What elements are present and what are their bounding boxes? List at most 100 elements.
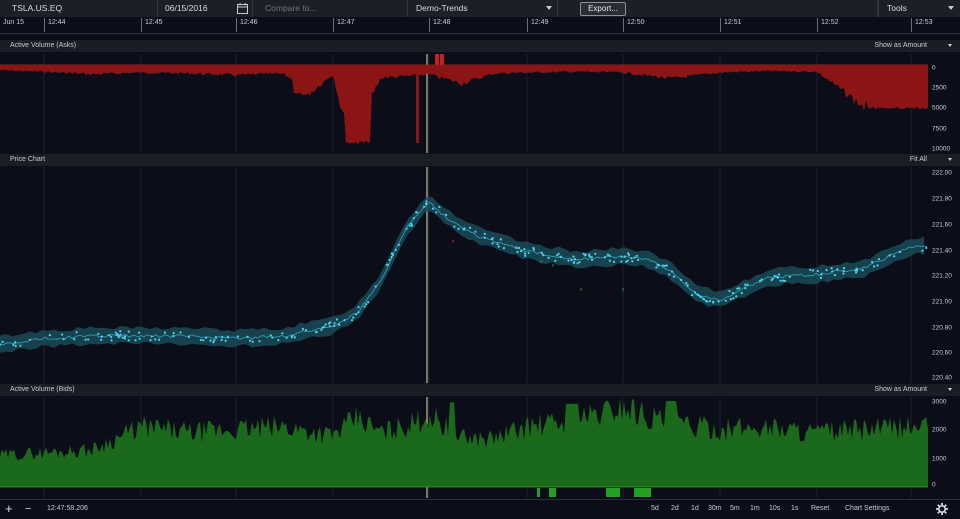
layout-select[interactable]: Demo-Trends xyxy=(408,0,558,17)
chevron-down-icon[interactable] xyxy=(948,44,952,47)
gear-icon[interactable] xyxy=(936,503,948,515)
trade-point xyxy=(631,260,634,263)
range-1s-button[interactable]: 1s xyxy=(791,500,798,518)
chevron-down-icon[interactable] xyxy=(948,388,952,391)
trade-point xyxy=(502,247,506,250)
export-button[interactable]: Export... xyxy=(580,2,626,16)
trade-point xyxy=(412,217,415,220)
trade-point xyxy=(686,284,689,287)
asks-display-select[interactable]: Show as Amount xyxy=(874,40,927,52)
compare-input[interactable]: Compare to... xyxy=(253,0,408,17)
range-5m-button[interactable]: 5m xyxy=(730,500,740,518)
trade-point xyxy=(172,331,175,335)
asks-volume-chart[interactable]: 0 2500 5000 7500 10000 xyxy=(0,54,960,153)
date-field[interactable]: 06/15/2016 xyxy=(158,0,253,17)
y-tick-label: 221.80 xyxy=(932,196,952,203)
y-tick-label: 2500 xyxy=(932,85,947,92)
trade-point xyxy=(524,254,527,257)
tools-menu[interactable]: Tools xyxy=(878,0,960,17)
trade-point xyxy=(590,258,594,261)
trade-point xyxy=(474,230,477,233)
bids-display-select[interactable]: Show as Amount xyxy=(874,384,927,396)
y-tick-label: 7500 xyxy=(932,126,947,133)
trade-point xyxy=(746,283,749,286)
trade-point xyxy=(62,338,65,341)
range-1d-button[interactable]: 1d xyxy=(691,500,699,518)
sell-marker: x xyxy=(452,239,455,245)
trade-point xyxy=(921,249,924,252)
trade-point xyxy=(335,318,338,321)
trade-point xyxy=(364,303,367,306)
zoom-in-button[interactable]: + xyxy=(5,500,13,518)
trade-point xyxy=(679,278,683,281)
trade-point xyxy=(855,271,858,274)
range-2d-button[interactable]: 2d xyxy=(671,500,679,518)
y-tick-label: 221.40 xyxy=(932,248,952,255)
trade-point xyxy=(154,338,157,341)
trade-point xyxy=(163,331,166,334)
y-tick-label: 5000 xyxy=(932,105,947,112)
trade-point xyxy=(694,291,697,294)
trade-point xyxy=(394,248,397,251)
trade-point xyxy=(731,291,735,295)
range-30m-button[interactable]: 30m xyxy=(708,500,722,518)
bids-volume-chart[interactable]: 3000 2000 1000 0 xyxy=(0,397,960,498)
chevron-down-icon xyxy=(546,6,552,10)
asks-panel-title: Active Volume (Asks) xyxy=(10,42,77,49)
trade-point xyxy=(425,200,428,203)
time-tick-label: 12:48 xyxy=(429,18,451,32)
trade-point xyxy=(547,256,550,259)
zoom-out-button[interactable]: − xyxy=(25,500,31,518)
trade-point xyxy=(483,232,486,235)
trade-point xyxy=(172,334,175,337)
trade-point xyxy=(523,248,526,251)
trade-point xyxy=(623,255,626,258)
trade-point xyxy=(320,328,323,331)
chart-settings-button[interactable]: Chart Settings xyxy=(845,500,889,518)
trade-point xyxy=(637,258,640,262)
trade-point xyxy=(221,335,224,339)
time-tick-label: 12:53 xyxy=(911,18,933,32)
trade-point xyxy=(517,246,521,249)
trade-point xyxy=(873,265,876,268)
trade-point xyxy=(499,238,502,241)
trade-point xyxy=(540,251,544,255)
trade-point xyxy=(542,254,545,257)
trade-point xyxy=(496,243,499,246)
trade-point xyxy=(246,335,249,338)
trade-point xyxy=(293,336,296,339)
trade-point xyxy=(788,275,792,278)
trade-point xyxy=(608,259,612,262)
trade-point xyxy=(134,339,137,342)
trade-point xyxy=(523,252,527,255)
trade-point xyxy=(708,300,712,303)
trade-point xyxy=(497,245,500,248)
price-chart[interactable]: xxxx x222.00221.80221.60221.40221.20221.0… xyxy=(0,167,960,383)
range-1m-button[interactable]: 1m xyxy=(750,500,760,518)
fit-all-select[interactable]: Fit All xyxy=(910,154,927,166)
trade-point xyxy=(661,264,665,267)
trade-point xyxy=(665,264,668,267)
range-10s-button[interactable]: 10s xyxy=(769,500,780,518)
time-tick-label: 12:52 xyxy=(817,18,839,32)
reset-button[interactable]: Reset xyxy=(811,500,829,518)
calendar-icon[interactable] xyxy=(237,3,248,14)
range-5d-button[interactable]: 5d xyxy=(651,500,659,518)
trade-point xyxy=(732,297,735,300)
trade-point xyxy=(557,252,560,255)
trade-point xyxy=(554,259,557,262)
time-tick-label: 12:45 xyxy=(141,18,163,32)
trade-point xyxy=(516,250,519,254)
symbol-field[interactable]: TSLA.US.EQ xyxy=(0,0,158,17)
trade-point xyxy=(532,248,536,251)
trade-point xyxy=(685,281,688,285)
trade-point xyxy=(301,327,304,331)
trade-point xyxy=(462,228,465,231)
time-tick-label: 12:51 xyxy=(720,18,742,32)
trade-point xyxy=(97,332,100,335)
trade-point xyxy=(422,205,425,208)
trade-point xyxy=(728,289,731,293)
chevron-down-icon[interactable] xyxy=(948,158,952,161)
trade-point xyxy=(249,339,252,342)
trade-point xyxy=(224,339,227,342)
